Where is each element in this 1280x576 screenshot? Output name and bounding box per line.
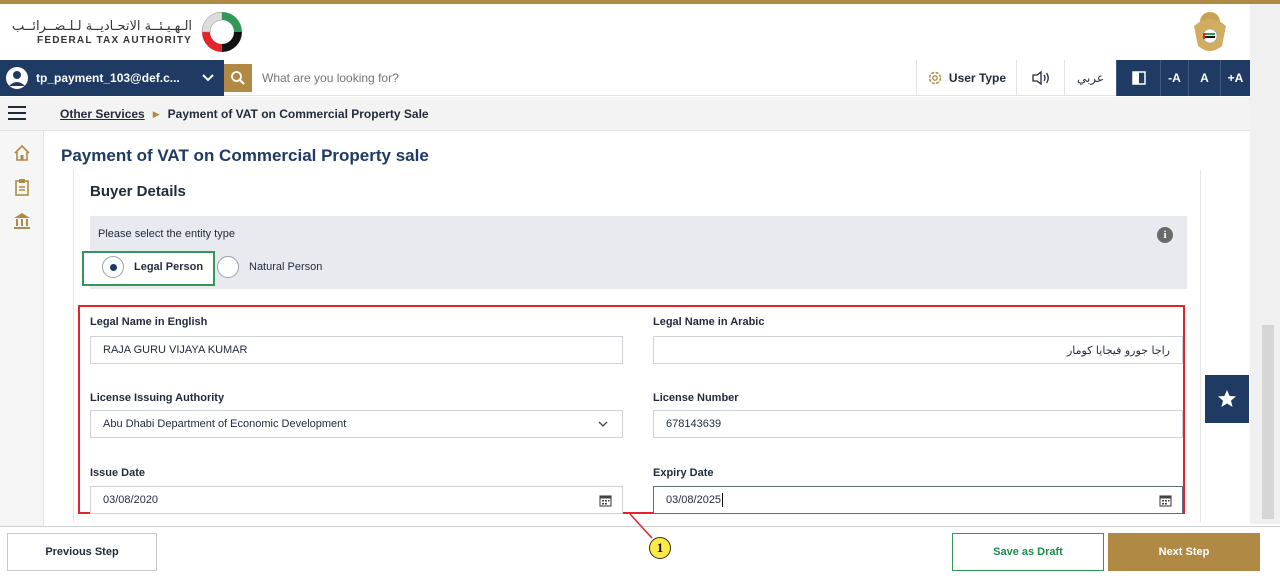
logo-english-text: FEDERAL TAX AUTHORITY — [37, 34, 193, 46]
license-number-field[interactable]: 678143639 — [653, 410, 1183, 438]
text-to-speech-button[interactable] — [1016, 60, 1064, 96]
breadcrumb-separator-icon: ▶ — [152, 108, 160, 119]
next-step-button[interactable]: Next Step — [1108, 533, 1260, 571]
expiry-date-label: Expiry Date — [653, 467, 714, 479]
speaker-icon — [1031, 70, 1049, 86]
calendar-icon[interactable] — [599, 494, 612, 507]
radio-button-unselected[interactable] — [217, 256, 239, 278]
radio-legal-person-label: Legal Person — [134, 261, 204, 273]
home-icon[interactable] — [12, 143, 32, 163]
font-decrease-button[interactable]: -A — [1160, 60, 1188, 96]
section-title-buyer-details: Buyer Details — [90, 183, 186, 200]
font-reset-button[interactable]: A — [1188, 60, 1220, 96]
issue-date-value: 03/08/2020 — [103, 494, 159, 506]
fta-emblem-icon — [201, 11, 243, 52]
breadcrumb-current: Payment of VAT on Commercial Property Sa… — [167, 107, 429, 121]
legal-name-arabic-label: Legal Name in Arabic — [653, 316, 765, 328]
top-navigation: tp_payment_103@def.c... User Type عربي — [0, 60, 1250, 96]
expiry-date-value: 03/08/2025 — [666, 494, 722, 506]
menu-icon[interactable] — [8, 105, 28, 121]
bank-icon[interactable] — [12, 211, 32, 231]
favorite-star-button[interactable] — [1205, 375, 1249, 423]
text-cursor — [722, 493, 724, 507]
left-sidebar — [0, 131, 44, 531]
scrollbar-thumb[interactable] — [1262, 325, 1274, 519]
issue-date-field[interactable]: 03/08/2020 — [90, 486, 623, 514]
star-icon — [1218, 390, 1236, 407]
breadcrumb-bar: Other Services ▶ Payment of VAT on Comme… — [0, 97, 1250, 131]
radio-button-selected[interactable] — [102, 256, 124, 278]
chevron-down-icon — [202, 74, 214, 82]
user-email: tp_payment_103@def.c... — [36, 71, 180, 85]
fta-logo[interactable]: الـهـيـئــة الاتحـاديــة لـلـضــرائــب F… — [12, 8, 246, 56]
issue-date-label: Issue Date — [90, 467, 146, 479]
user-type-button[interactable]: User Type — [916, 60, 1016, 96]
clipboard-icon[interactable] — [12, 177, 32, 197]
gear-icon — [928, 71, 942, 85]
license-authority-select[interactable]: Abu Dhabi Department of Economic Develop… — [90, 410, 623, 438]
radio-natural-person[interactable]: Natural Person — [217, 256, 322, 278]
font-increase-button[interactable]: +A — [1220, 60, 1250, 96]
breadcrumb-other-services[interactable]: Other Services — [60, 107, 145, 121]
entity-type-panel — [90, 216, 1187, 289]
previous-step-button[interactable]: Previous Step — [7, 533, 157, 571]
user-type-label: User Type — [948, 71, 1007, 85]
user-avatar-icon — [6, 67, 28, 89]
uae-emblem-icon — [1194, 12, 1226, 51]
logo-arabic-text: الـهـيـئــة الاتحـاديــة لـلـضــرائــب — [12, 18, 193, 34]
page-title: Payment of VAT on Commercial Property sa… — [61, 146, 429, 165]
arabic-language-button[interactable]: عربي — [1064, 60, 1116, 96]
user-account-menu[interactable]: tp_payment_103@def.c... — [0, 60, 224, 96]
radio-legal-person[interactable]: Legal Person — [102, 256, 203, 278]
breadcrumb: Other Services ▶ Payment of VAT on Comme… — [60, 107, 429, 121]
legal-name-english-label: Legal Name in English — [90, 316, 208, 328]
entity-type-prompt: Please select the entity type — [98, 228, 235, 240]
search-input[interactable] — [262, 66, 842, 90]
license-authority-label: License Issuing Authority — [90, 392, 225, 404]
legal-name-arabic-field[interactable]: راجا جورو فيجايا كومار — [653, 336, 1183, 364]
save-as-draft-button[interactable]: Save as Draft — [952, 533, 1104, 571]
search-button[interactable] — [224, 64, 252, 92]
expiry-date-field[interactable]: 03/08/2025 — [653, 486, 1183, 514]
contrast-icon — [1131, 71, 1146, 85]
callout-number-badge: 1 — [649, 537, 671, 559]
legal-name-english-field[interactable]: RAJA GURU VIJAYA KUMAR — [90, 336, 623, 364]
license-authority-value: Abu Dhabi Department of Economic Develop… — [103, 418, 347, 430]
contrast-toggle-button[interactable] — [1116, 60, 1160, 96]
search-icon — [231, 71, 245, 85]
chevron-down-icon — [598, 421, 608, 427]
site-header: الـهـيـئــة الاتحـاديــة لـلـضــرائــب F… — [0, 4, 1280, 60]
license-number-label: License Number — [653, 392, 739, 404]
info-icon[interactable]: i — [1157, 227, 1173, 243]
radio-natural-person-label: Natural Person — [249, 261, 323, 273]
calendar-icon[interactable] — [1159, 494, 1172, 507]
